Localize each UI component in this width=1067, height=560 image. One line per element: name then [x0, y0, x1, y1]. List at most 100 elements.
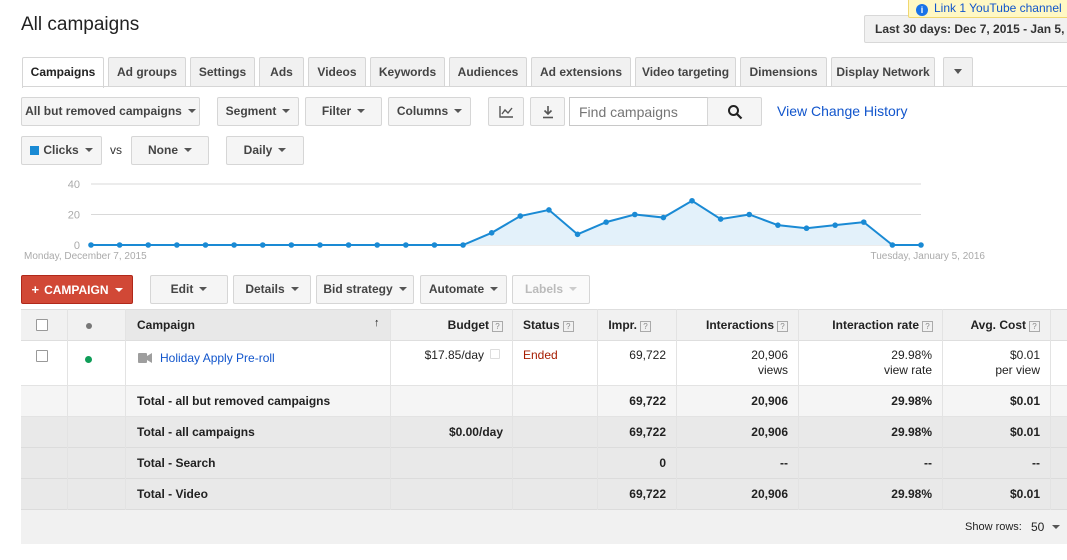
y-tick-label: 20	[68, 210, 80, 222]
column-divider	[512, 309, 513, 510]
columns-dropdown[interactable]: Columns	[388, 97, 471, 126]
metric2-label: None	[148, 143, 178, 157]
data-point	[288, 242, 295, 248]
row-cost-sub: per view	[995, 363, 1040, 377]
period-label: Daily	[243, 143, 273, 157]
enabled-status-dot-icon[interactable]	[85, 356, 92, 363]
header-budget-label: Budget	[447, 318, 489, 332]
details-dropdown[interactable]: Details	[233, 275, 311, 304]
notice-text[interactable]: Link 1 YouTube channel	[934, 1, 1062, 15]
show-rows-select[interactable]: 50	[1031, 520, 1061, 534]
total-impr: 0	[659, 456, 666, 470]
campaign-name-link[interactable]: Holiday Apply Pre-roll	[160, 351, 275, 365]
automate-dropdown[interactable]: Automate	[420, 275, 507, 304]
date-range-selector[interactable]: Last 30 days: Dec 7, 2015 - Jan 5, 2016	[864, 15, 1067, 43]
help-icon[interactable]: ?	[640, 321, 651, 332]
column-divider	[597, 309, 598, 510]
total-rate: 29.98%	[891, 425, 932, 439]
chevron-down-icon	[1052, 525, 1061, 529]
segment-dropdown[interactable]: Segment	[217, 97, 299, 126]
toggle-graph-button[interactable]	[488, 97, 524, 126]
edit-dropdown[interactable]: Edit	[150, 275, 228, 304]
help-icon[interactable]: ?	[777, 321, 788, 332]
metric2-dropdown[interactable]: None	[131, 136, 209, 165]
total-label: Total - Video	[137, 487, 208, 501]
total-label: Total - Search	[137, 456, 216, 470]
row-checkbox[interactable]	[36, 350, 48, 362]
data-point	[317, 242, 323, 248]
help-icon[interactable]: ?	[1029, 321, 1040, 332]
automate-label: Automate	[428, 282, 485, 296]
tab-ad-groups[interactable]: Ad groups	[108, 57, 186, 87]
column-divider	[942, 309, 943, 510]
labels-dropdown[interactable]: Labels	[512, 275, 590, 304]
total-interactions: 20,906	[751, 425, 788, 439]
tab-ad-extensions[interactable]: Ad extensions	[531, 57, 631, 87]
help-icon[interactable]: ?	[492, 321, 503, 332]
data-point	[403, 242, 409, 248]
header-impr[interactable]: Impr.?	[601, 318, 651, 332]
performance-chart: 40200Monday, December 7, 2015 Tuesday, Ja…	[24, 179, 985, 262]
view-change-history-link[interactable]: View Change History	[777, 103, 907, 119]
data-point	[345, 242, 352, 248]
total-budget: $0.00/day	[448, 425, 503, 439]
tab-video-targeting[interactable]: Video targeting	[635, 57, 736, 87]
data-point	[88, 242, 94, 248]
tab-ads[interactable]: Ads	[259, 57, 304, 87]
header-avg-cost[interactable]: Avg. Cost?	[951, 318, 1040, 332]
search-input[interactable]	[569, 97, 708, 126]
header-campaign[interactable]: Campaign	[137, 318, 195, 332]
header-status[interactable]: Status?	[523, 318, 574, 332]
filter-dropdown[interactable]: Filter	[305, 97, 382, 126]
tab-keywords[interactable]: Keywords	[370, 57, 445, 87]
row-rate-sub: view rate	[883, 363, 932, 377]
download-button[interactable]	[530, 97, 565, 126]
bid-strategy-label: Bid strategy	[323, 282, 393, 296]
period-dropdown[interactable]: Daily	[226, 136, 304, 165]
chevron-down-icon	[114, 288, 123, 292]
select-all-checkbox[interactable]	[36, 319, 48, 331]
chevron-down-icon	[199, 287, 208, 291]
tab-videos[interactable]: Videos	[308, 57, 366, 87]
data-point	[603, 219, 609, 225]
column-divider	[1050, 309, 1051, 510]
notice-banner[interactable]: i Link 1 YouTube channel	[908, 0, 1067, 18]
data-point	[202, 242, 209, 248]
budget-explorer-icon[interactable]	[490, 349, 500, 359]
header-budget[interactable]: Budget?	[401, 318, 503, 332]
help-icon[interactable]: ?	[922, 321, 933, 332]
row-budget[interactable]: $17.85/day	[401, 348, 484, 362]
table-footer: Show rows: 50	[21, 510, 1067, 544]
add-campaign-button[interactable]: + CAMPAIGN	[21, 275, 133, 304]
search-button[interactable]	[707, 97, 762, 126]
chevron-down-icon	[490, 287, 499, 291]
tab-audiences[interactable]: Audiences	[449, 57, 527, 87]
total-interactions: 20,906	[751, 487, 788, 501]
x-end-label: Tuesday, January 5, 2016	[870, 251, 985, 262]
header-interaction-rate[interactable]: Interaction rate?	[801, 318, 933, 332]
total-cost: $0.01	[1009, 394, 1040, 408]
show-rows-value: 50	[1031, 520, 1045, 534]
metric1-dropdown[interactable]: Clicks	[21, 136, 102, 165]
tab-dimensions[interactable]: Dimensions	[740, 57, 827, 87]
sort-up-icon[interactable]: ↑	[374, 317, 380, 329]
total-impr: 69,722	[629, 394, 666, 408]
help-icon[interactable]: ?	[562, 321, 574, 332]
filter-label: Filter	[321, 104, 352, 118]
chevron-down-icon	[184, 148, 192, 152]
total-interactions: --	[780, 456, 788, 470]
header-interaction-rate-label: Interaction rate	[832, 318, 919, 332]
tab-campaigns[interactable]: Campaigns	[22, 57, 104, 88]
chevron-down-icon	[282, 109, 291, 113]
data-point	[889, 242, 896, 248]
bid-strategy-dropdown[interactable]: Bid strategy	[316, 275, 414, 304]
tab-settings[interactable]: Settings	[190, 57, 255, 87]
campaign-filter-dropdown[interactable]: All but removed campaigns	[21, 97, 200, 126]
header-interactions[interactable]: Interactions?	[681, 318, 788, 332]
data-point	[259, 242, 266, 248]
tab-display-network[interactable]: Display Network	[831, 57, 935, 87]
header-status-label: Status	[523, 318, 560, 332]
more-tabs-button[interactable]	[943, 57, 973, 87]
column-divider	[676, 309, 677, 510]
total-label: Total - all campaigns	[137, 425, 255, 439]
